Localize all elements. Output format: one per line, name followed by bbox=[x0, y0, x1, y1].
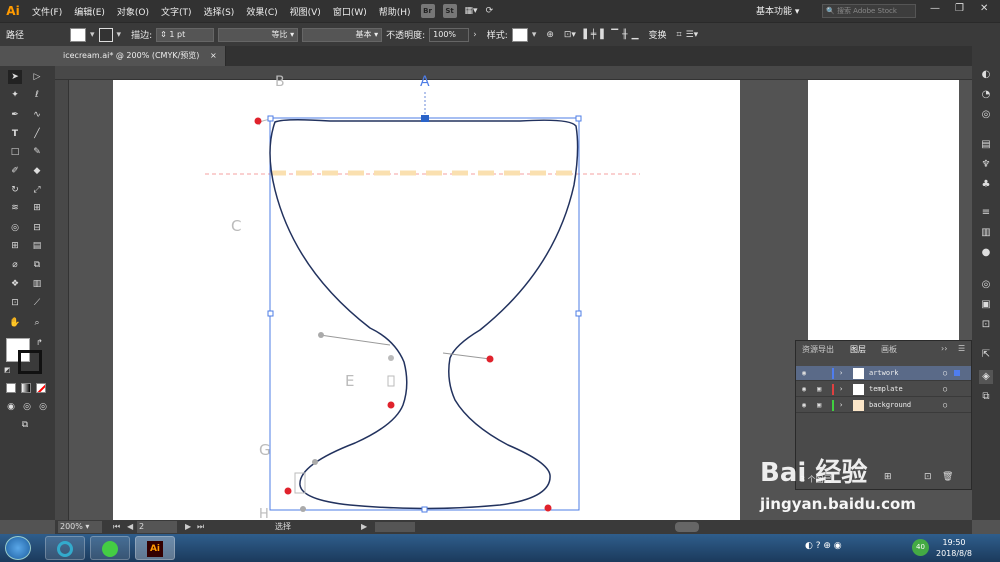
panel-collapse-icon[interactable]: ›› bbox=[941, 344, 947, 353]
expand-chevron-icon[interactable]: › bbox=[839, 366, 843, 381]
selection-indicator[interactable] bbox=[954, 370, 960, 376]
graphic-styles-icon[interactable]: ▣ bbox=[979, 298, 993, 312]
tab-layers[interactable]: 图层 bbox=[850, 344, 866, 355]
anchor-point[interactable] bbox=[486, 355, 494, 363]
artboards-icon[interactable]: ⧉ bbox=[979, 390, 993, 404]
brushes-icon[interactable]: ♆ bbox=[979, 158, 993, 172]
layer-thumbnail bbox=[853, 400, 864, 411]
label-c: C bbox=[231, 217, 242, 235]
tab-asset-export[interactable]: 资源导出 bbox=[802, 344, 834, 355]
handle-point[interactable] bbox=[388, 355, 394, 361]
tray-badge[interactable]: 40 bbox=[912, 539, 929, 556]
baidu-watermark: Bai 经验 jingyan.baidu.com bbox=[760, 452, 916, 513]
handle-point[interactable] bbox=[318, 332, 324, 338]
visibility-eye-icon[interactable]: ◉ bbox=[802, 398, 806, 413]
watermark-logo: Bai 经验 bbox=[760, 458, 868, 488]
delete-layer-icon[interactable]: 🗑 bbox=[942, 472, 953, 482]
layer-thumbnail bbox=[853, 368, 864, 379]
align-panel-icon[interactable]: ⊡ bbox=[979, 318, 993, 332]
stroke-icon[interactable]: ▥ bbox=[979, 226, 993, 240]
label-b: B bbox=[275, 74, 285, 90]
layer-thumbnail bbox=[853, 384, 864, 395]
selection-handle[interactable] bbox=[575, 310, 582, 317]
right-dock: ◐ ◔ ◎ ▤ ♆ ♣ ≡ ▥ ● ◎ ▣ ⊡ ⇱ ◈ ⧉ bbox=[972, 46, 1000, 520]
selection-handle[interactable] bbox=[575, 115, 582, 122]
handle-point[interactable] bbox=[300, 506, 306, 512]
layer-color-indicator bbox=[832, 384, 834, 395]
label-a: A bbox=[420, 74, 430, 90]
layers-icon[interactable]: ◈ bbox=[979, 370, 993, 384]
prev-artboard-icon[interactable]: ◀ bbox=[127, 520, 133, 534]
clock-time: 19:50 bbox=[942, 538, 966, 547]
lock-icon[interactable]: ▣ bbox=[817, 398, 821, 413]
anchor-point[interactable] bbox=[284, 487, 292, 495]
ie-taskbar-icon[interactable] bbox=[45, 536, 85, 560]
swatches-icon[interactable]: ≡ bbox=[979, 206, 993, 220]
target-icon[interactable]: ○ bbox=[943, 382, 947, 397]
selection-handle[interactable] bbox=[267, 115, 274, 122]
label-g: G bbox=[259, 441, 271, 459]
export-icon[interactable]: ⇱ bbox=[979, 348, 993, 362]
visibility-eye-icon[interactable]: ◉ bbox=[802, 382, 806, 397]
tray-icons[interactable]: ◐ ? ⊕ ◉ bbox=[805, 541, 842, 551]
clock-date: 2018/8/8 bbox=[936, 549, 972, 558]
expand-chevron-icon[interactable]: › bbox=[839, 398, 843, 413]
bounding-box[interactable] bbox=[269, 117, 580, 511]
browser-taskbar-icon[interactable] bbox=[90, 536, 130, 560]
panel-menu-icon[interactable]: ☰ bbox=[958, 344, 965, 353]
layer-name[interactable]: artwork bbox=[869, 366, 899, 381]
handle-line-1 bbox=[319, 334, 391, 346]
system-clock[interactable]: 19:50 2018/8/8 bbox=[936, 537, 972, 559]
ai-app-icon: Ai bbox=[147, 541, 163, 557]
label-e: E bbox=[345, 372, 355, 390]
next-artboard-icon[interactable]: ▶ bbox=[185, 520, 191, 534]
layer-color-indicator bbox=[832, 368, 834, 379]
layer-color-indicator bbox=[832, 400, 834, 411]
layer-name[interactable]: template bbox=[869, 382, 903, 397]
color-guide-icon[interactable]: ◔ bbox=[979, 88, 993, 102]
selection-handle[interactable] bbox=[421, 506, 428, 513]
lock-icon[interactable]: ▣ bbox=[817, 382, 821, 397]
properties-icon[interactable]: ◎ bbox=[979, 108, 993, 122]
layer-row-template[interactable]: ◉ ▣ › template ○ bbox=[796, 382, 971, 397]
selection-handle[interactable] bbox=[267, 310, 274, 317]
handle-point[interactable] bbox=[312, 459, 318, 465]
zoom-field[interactable]: 200% ▾ bbox=[58, 521, 102, 533]
target-icon[interactable]: ○ bbox=[943, 366, 947, 381]
target-icon[interactable]: ○ bbox=[943, 398, 947, 413]
libraries-icon[interactable]: ▤ bbox=[979, 138, 993, 152]
appearance-icon[interactable]: ◎ bbox=[979, 278, 993, 292]
first-artboard-icon[interactable]: ⏮ bbox=[113, 520, 120, 534]
color-panel-icon[interactable]: ◐ bbox=[979, 68, 993, 82]
zoom-value: 200% bbox=[60, 522, 83, 531]
tab-artboards[interactable]: 画板 bbox=[881, 344, 897, 355]
visibility-eye-icon[interactable]: ◉ bbox=[802, 366, 806, 381]
anchor-point[interactable] bbox=[544, 504, 552, 512]
watermark-url: jingyan.baidu.com bbox=[760, 495, 916, 513]
illustrator-taskbar-icon[interactable]: Ai bbox=[135, 536, 175, 560]
layer-name[interactable]: background bbox=[869, 398, 911, 413]
selection-handle[interactable] bbox=[421, 115, 429, 122]
symbols-icon[interactable]: ♣ bbox=[979, 178, 993, 192]
anchor-point[interactable] bbox=[387, 401, 395, 409]
new-sublayer-icon[interactable]: ⊡ bbox=[924, 472, 932, 482]
goblet-path[interactable] bbox=[269, 118, 579, 510]
start-button[interactable] bbox=[5, 536, 31, 560]
scroll-thumb[interactable] bbox=[675, 522, 699, 532]
transparency-icon[interactable]: ● bbox=[979, 246, 993, 260]
anchor-point[interactable] bbox=[254, 117, 262, 125]
layer-row-artwork[interactable]: ◉ › artwork ○ bbox=[796, 366, 971, 381]
horizontal-scrollbar[interactable] bbox=[375, 522, 415, 532]
status-menu-arrow[interactable]: ▶ bbox=[361, 520, 367, 534]
layer-row-background[interactable]: ◉ ▣ › background ○ bbox=[796, 398, 971, 413]
last-artboard-icon[interactable]: ⏭ bbox=[197, 520, 204, 534]
template-marker bbox=[387, 375, 395, 387]
status-bar: 200% ▾ ⏮ ◀ 2 ▶ ⏭ 选择 ▶ bbox=[55, 520, 972, 534]
current-tool-label: 选择 bbox=[275, 522, 291, 531]
expand-chevron-icon[interactable]: › bbox=[839, 382, 843, 397]
windows-taskbar: Ai ◐ ? ⊕ ◉ 40 19:50 2018/8/8 bbox=[0, 534, 1000, 562]
artboard-number-field[interactable]: 2 bbox=[137, 521, 177, 533]
